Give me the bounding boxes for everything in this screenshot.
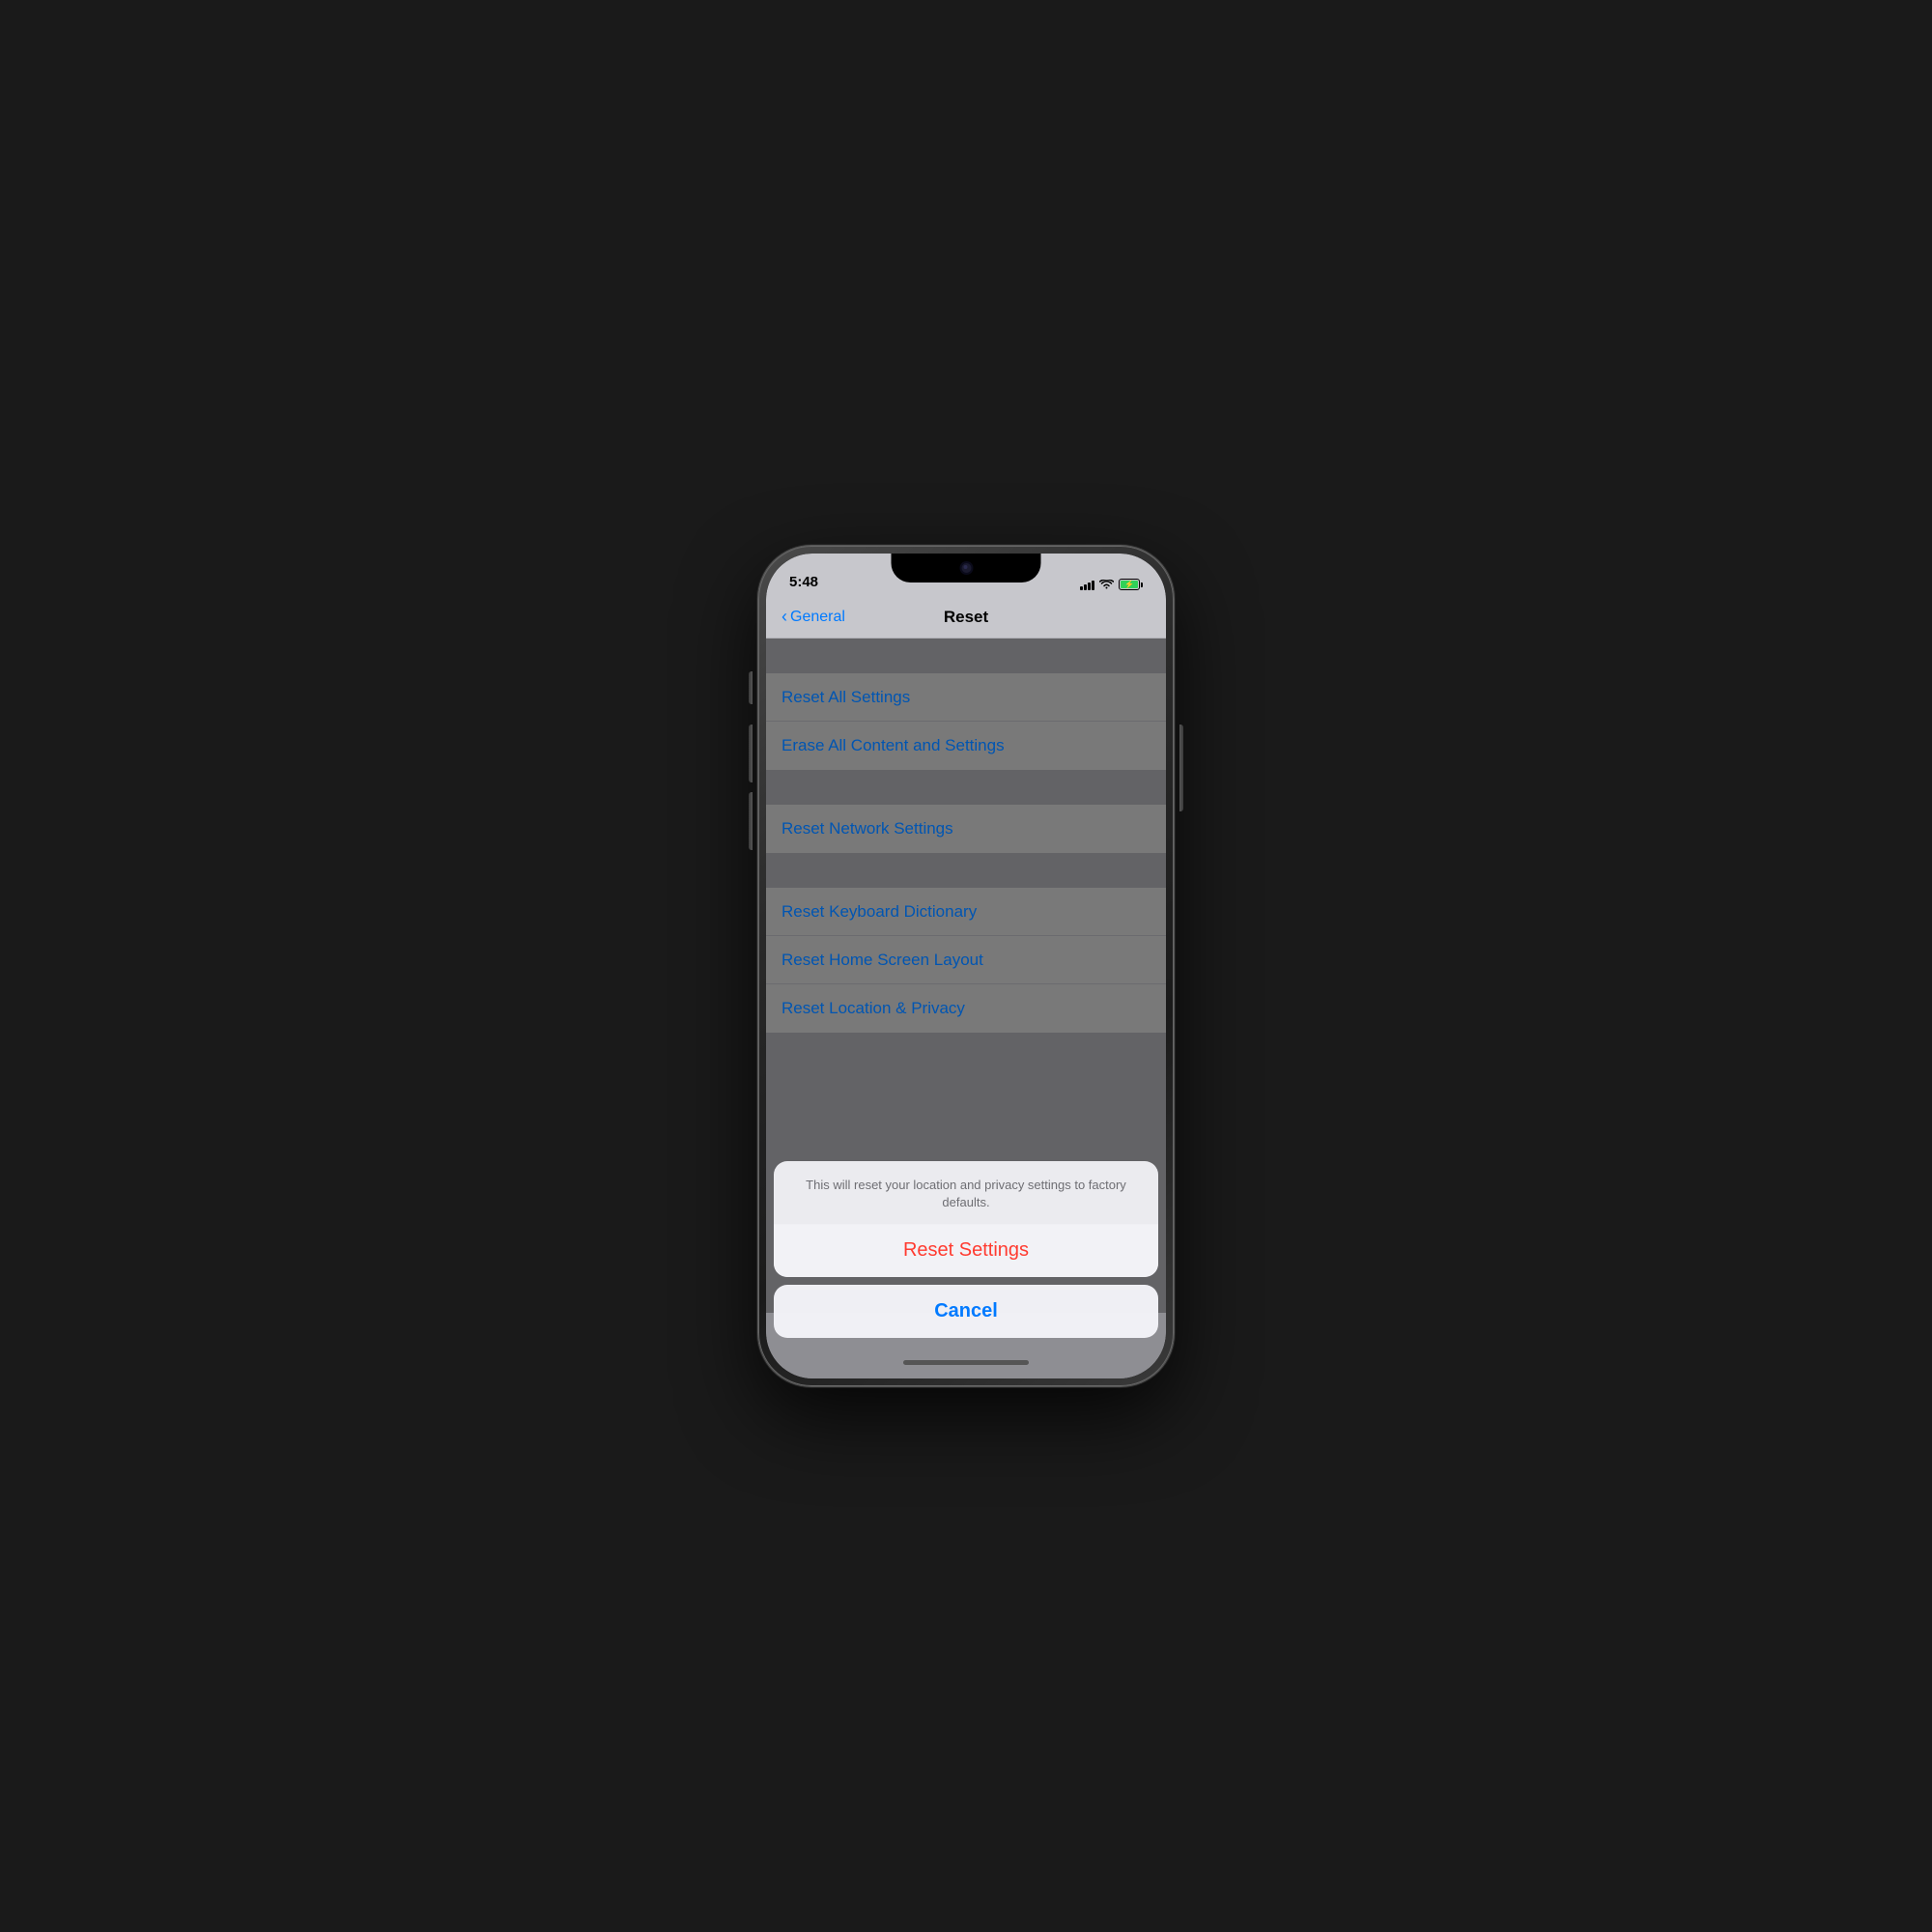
status-icons: ⚡ bbox=[1080, 579, 1143, 590]
page-title: Reset bbox=[944, 608, 988, 627]
navigation-bar: ‹ General Reset bbox=[766, 596, 1166, 639]
cancel-button[interactable]: Cancel bbox=[774, 1285, 1158, 1338]
camera-dot bbox=[961, 563, 971, 573]
signal-bar-4 bbox=[1092, 581, 1094, 590]
action-sheet-main: This will reset your location and privac… bbox=[774, 1161, 1158, 1277]
cancel-label: Cancel bbox=[934, 1300, 998, 1322]
notch bbox=[892, 554, 1041, 582]
phone-screen: 5:48 bbox=[766, 554, 1166, 1378]
back-chevron-icon: ‹ bbox=[781, 607, 787, 627]
battery-icon: ⚡ bbox=[1119, 579, 1143, 590]
reset-settings-label: Reset Settings bbox=[903, 1239, 1029, 1262]
back-label: General bbox=[790, 609, 845, 626]
wifi-icon bbox=[1099, 580, 1114, 590]
back-button[interactable]: ‹ General bbox=[781, 607, 845, 627]
signal-icon bbox=[1080, 579, 1094, 590]
action-sheet: This will reset your location and privac… bbox=[766, 1161, 1166, 1346]
status-time: 5:48 bbox=[789, 574, 818, 590]
phone-frame: 5:48 bbox=[758, 546, 1174, 1386]
home-indicator-bar bbox=[903, 1360, 1029, 1365]
main-content: Reset All Settings Erase All Content and… bbox=[766, 639, 1166, 1346]
volume-down-button bbox=[749, 792, 753, 850]
ios-screen: 5:48 bbox=[766, 554, 1166, 1378]
battery-tip bbox=[1141, 582, 1143, 587]
home-indicator bbox=[766, 1346, 1166, 1378]
battery-body: ⚡ bbox=[1119, 579, 1140, 590]
signal-bar-1 bbox=[1080, 586, 1083, 590]
mute-button bbox=[749, 671, 753, 704]
power-button bbox=[1179, 724, 1183, 811]
reset-settings-button[interactable]: Reset Settings bbox=[774, 1224, 1158, 1277]
signal-bar-3 bbox=[1088, 582, 1091, 590]
battery-bolt: ⚡ bbox=[1124, 581, 1134, 589]
volume-up-button bbox=[749, 724, 753, 782]
signal-bar-2 bbox=[1084, 584, 1087, 590]
action-sheet-message: This will reset your location and privac… bbox=[774, 1161, 1158, 1223]
